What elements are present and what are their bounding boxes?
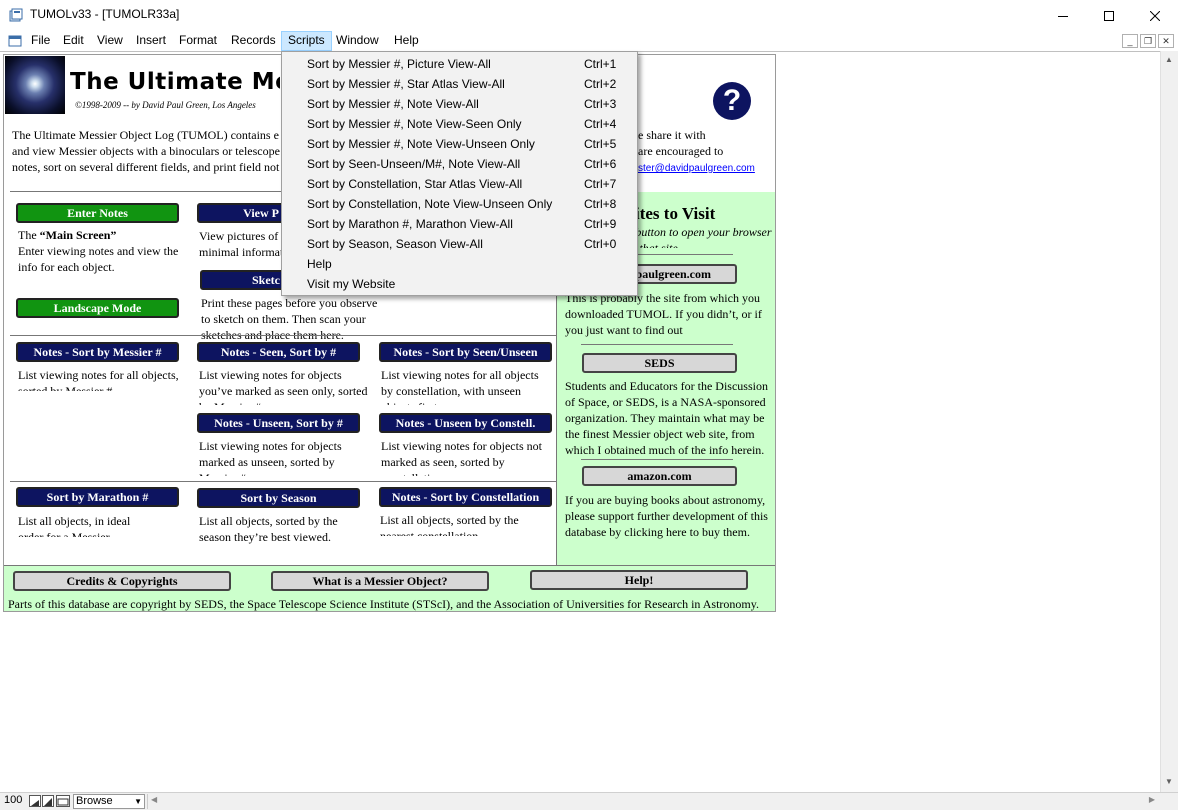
mdi-restore-icon[interactable]: ❐ [1140, 34, 1156, 48]
notes-unseen-desc: List viewing notes for objects marked as… [199, 439, 342, 476]
script-sort-messier-picture[interactable]: Sort by Messier #, Picture View-All Ctrl+… [282, 54, 637, 74]
script-sort-messier-note-unseen[interactable]: Sort by Messier #, Note View-Unseen Only… [282, 134, 637, 154]
notes-seen-unseen-button[interactable]: Notes - Sort by Seen/Unseen [379, 342, 552, 362]
app-icon [9, 8, 23, 22]
horizontal-scrollbar[interactable]: ◀ ▶ [147, 794, 1158, 809]
scroll-down-icon[interactable]: ▼ [1165, 777, 1173, 786]
script-sort-constellation-note-unseen[interactable]: Sort by Constellation, Note View-Unseen … [282, 194, 637, 214]
menu-bar: File Edit View Insert Format Records Scr… [0, 31, 1178, 51]
amazon-site-button[interactable]: amazon.com [582, 466, 737, 486]
credits-button[interactable]: Credits & Copyrights [13, 571, 231, 591]
divider [581, 344, 733, 345]
menu-view[interactable]: View [91, 31, 129, 51]
notes-sort-messier-desc: List viewing notes for all objects, sort… [18, 368, 179, 391]
menu-file[interactable]: File [25, 31, 56, 51]
websites-subtitle: k button to open your browser to that si… [627, 225, 772, 248]
script-sort-messier-note-all[interactable]: Sort by Messier #, Note View-All Ctrl+3 [282, 94, 637, 114]
window-title: TUMOLv33 - [TUMOLR33a] [30, 7, 180, 21]
status-bar: 100 Browse ▼ ◀ ▶ [0, 792, 1178, 810]
galaxy-image [5, 56, 65, 114]
footer-panel: Credits & Copyrights What is a Messier O… [4, 565, 775, 611]
menu-help[interactable]: Help [388, 31, 425, 51]
close-button[interactable] [1132, 0, 1178, 31]
maximize-button[interactable] [1086, 0, 1132, 31]
notes-seen-desc: List viewing notes for objects you’ve ma… [199, 368, 368, 405]
zoom-level[interactable]: 100 [4, 794, 22, 806]
sort-marathon-desc: List all objects, in ideal order for a M… [18, 514, 131, 537]
menu-window[interactable]: Window [330, 31, 385, 51]
menu-records[interactable]: Records [225, 31, 282, 51]
sort-season-button[interactable]: Sort by Season [197, 488, 360, 508]
mdi-close-icon[interactable]: ✕ [1158, 34, 1174, 48]
amazon-site-desc: If you are buying books about astronomy,… [565, 493, 768, 539]
document-icon[interactable] [8, 34, 22, 48]
notes-unseen-button[interactable]: Notes - Unseen, Sort by # [197, 413, 360, 433]
help-question-icon[interactable]: ? [713, 82, 751, 120]
script-visit-website[interactable]: Visit my Website [282, 274, 637, 294]
copyright-text: ©1998-2009 -- by David Paul Green, Los A… [75, 100, 256, 110]
mode-select-value: Browse [76, 795, 113, 807]
title-bar: TUMOLv33 - [TUMOLR33a] [0, 0, 1178, 31]
menu-edit[interactable]: Edit [57, 31, 90, 51]
intro-right-1: e share it with [638, 128, 706, 142]
view-pictures-button[interactable]: View P [197, 203, 287, 223]
script-sort-seen-unseen[interactable]: Sort by Seen-Unseen/M#, Note View-All Ctr… [282, 154, 637, 174]
chevron-down-icon: ▼ [134, 797, 142, 806]
sort-marathon-button[interactable]: Sort by Marathon # [16, 487, 179, 507]
main-screen-label: The “Main Screen” [18, 228, 117, 242]
sort-constellation-button[interactable]: Notes - Sort by Constellation [379, 487, 552, 507]
zoom-out-icon[interactable] [29, 795, 41, 807]
notes-sort-messier-button[interactable]: Notes - Sort by Messier # [16, 342, 179, 362]
zoom-in-icon[interactable] [42, 795, 54, 807]
footer-note: Parts of this database are copyright by … [8, 597, 759, 611]
notes-unseen-constell-desc: List viewing notes for objects not marke… [381, 439, 542, 476]
enter-notes-desc: Enter viewing notes and view the info fo… [18, 244, 179, 274]
menu-format[interactable]: Format [173, 31, 223, 51]
status-toggle-icon[interactable] [56, 795, 70, 807]
notes-seen-unseen-desc: List viewing notes for all objects by co… [381, 368, 539, 405]
paulgreen-site-desc: This is probably the site from which you… [565, 291, 762, 337]
sort-season-desc: List all objects, sorted by the season t… [199, 514, 338, 544]
script-sort-constellation-star-atlas[interactable]: Sort by Constellation, Star Atlas View-A… [282, 174, 637, 194]
script-sort-season[interactable]: Sort by Season, Season View-All Ctrl+0 [282, 234, 637, 254]
seds-site-button[interactable]: SEDS [582, 353, 737, 373]
scroll-right-icon[interactable]: ▶ [1149, 795, 1155, 804]
menu-scripts[interactable]: Scripts [281, 31, 332, 51]
help-button[interactable]: Help! [530, 570, 748, 590]
divider [10, 481, 557, 482]
view-pictures-desc: View pictures of minimal informat [199, 229, 284, 259]
landscape-mode-button[interactable]: Landscape Mode [16, 298, 179, 318]
script-sort-messier-star-atlas[interactable]: Sort by Messier #, Star Atlas View-All Ct… [282, 74, 637, 94]
what-is-messier-button[interactable]: What is a Messier Object? [271, 571, 489, 591]
notes-unseen-constell-button[interactable]: Notes - Unseen by Constell. [379, 413, 552, 433]
seds-site-desc: Students and Educators for the Discussio… [565, 379, 768, 456]
divider [581, 459, 733, 460]
email-link[interactable]: ster@davidpaulgreen.com [638, 161, 773, 177]
intro-right-2: are encouraged to [638, 144, 724, 158]
page-title: The Ultimate Messier Object Log [70, 69, 280, 95]
websites-title: ites to Visit [635, 204, 716, 223]
script-sort-messier-note-seen[interactable]: Sort by Messier #, Note View-Seen Only Ct… [282, 114, 637, 134]
intro-line-1: The Ultimate Messier Object Log (TUMOL) … [12, 128, 279, 142]
vertical-scrollbar[interactable]: ▲ ▼ [1160, 51, 1178, 792]
script-help[interactable]: Help [282, 254, 637, 274]
menu-insert[interactable]: Insert [130, 31, 172, 51]
divider [10, 335, 557, 336]
intro-line-3: notes, sort on several different fields,… [12, 160, 280, 174]
mdi-minimize-icon[interactable]: _ [1122, 34, 1138, 48]
scripts-menu: Sort by Messier #, Picture View-All Ctrl+… [281, 51, 638, 296]
sort-constellation-desc: List all objects, sorted by the nearest … [380, 513, 519, 536]
mode-select[interactable]: Browse ▼ [73, 794, 145, 809]
intro-line-2: and view Messier objects with a binocula… [12, 144, 280, 158]
notes-seen-button[interactable]: Notes - Seen, Sort by # [197, 342, 360, 362]
scroll-up-icon[interactable]: ▲ [1165, 55, 1173, 64]
script-sort-marathon[interactable]: Sort by Marathon #, Marathon View-All Ctr… [282, 214, 637, 234]
minimize-button[interactable] [1040, 0, 1086, 31]
enter-notes-button[interactable]: Enter Notes [16, 203, 179, 223]
scroll-left-icon[interactable]: ◀ [151, 795, 157, 804]
sketch-button[interactable]: Sketc [200, 270, 286, 290]
